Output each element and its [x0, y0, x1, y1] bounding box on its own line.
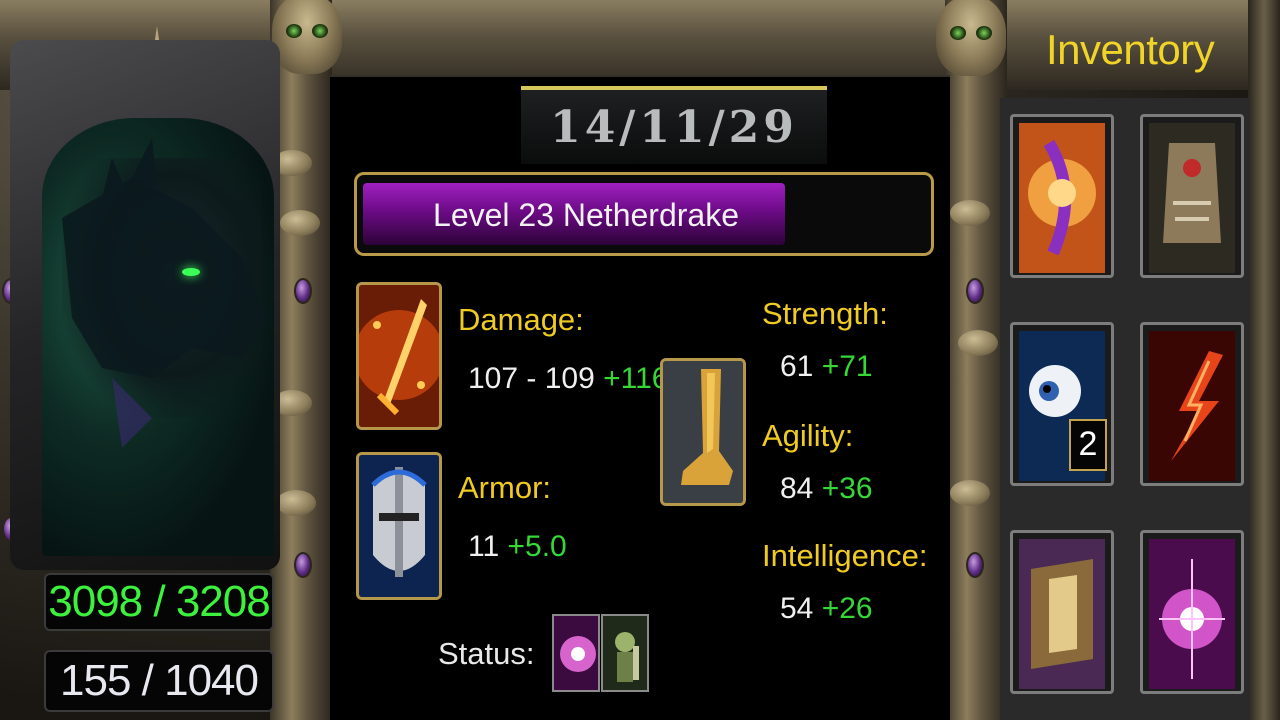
damage-label: Damage:	[458, 302, 584, 337]
item-charge-count: 2	[1069, 419, 1107, 471]
right-pillar	[945, 0, 1007, 720]
purple-gem-ornament	[966, 552, 984, 578]
purple-orange-orb-item	[1019, 123, 1105, 273]
experience-bar[interactable]: Level 23 Netherdrake	[354, 172, 934, 256]
bone-ornament	[958, 330, 998, 356]
bone-ornament	[950, 200, 990, 226]
armor-bonus: +5.0	[507, 530, 567, 563]
golden-shield-item	[1019, 539, 1105, 689]
goblin-buff-icon[interactable]	[601, 614, 649, 692]
flaming-boots-item	[1149, 331, 1235, 481]
intelligence-bonus: +26	[821, 592, 873, 625]
skull-ornament-left	[272, 0, 342, 74]
purple-gem-ornament	[294, 278, 312, 304]
armor-label: Armor:	[458, 470, 551, 505]
pink-light-item	[1149, 539, 1235, 689]
skull-ornament-right	[936, 0, 1006, 76]
dragon-eye	[182, 268, 200, 276]
inventory-title: Inventory	[1046, 26, 1215, 73]
damage-bonus: +116	[603, 362, 669, 395]
agility-value: 84 +36	[780, 472, 873, 506]
bone-ornament	[950, 480, 990, 506]
inventory-slot-3[interactable]: 2	[1010, 322, 1114, 486]
intelligence-label: Intelligence:	[762, 538, 928, 573]
damage-value: 107 - 109 +116	[468, 362, 668, 396]
inventory-slot-5[interactable]	[1010, 530, 1114, 694]
purple-gem-ornament	[294, 552, 312, 578]
agility-base: 84	[780, 472, 814, 505]
inventory-slot-1[interactable]	[1010, 114, 1114, 278]
strength-label: Strength:	[762, 296, 888, 331]
armor-value: 11 +5.0	[468, 530, 567, 564]
bone-ornament	[276, 490, 316, 516]
inventory-slot-2[interactable]	[1140, 114, 1244, 278]
inventory-slot-4[interactable]	[1140, 322, 1244, 486]
intelligence-base: 54	[780, 592, 814, 625]
mana-display: 155 / 1040	[44, 650, 274, 712]
damage-icon[interactable]	[356, 282, 442, 430]
purple-gem-ornament	[966, 278, 984, 304]
bone-armor-item	[1149, 123, 1235, 273]
golden-leg-icon[interactable]	[660, 358, 746, 506]
armor-base: 11	[468, 530, 500, 563]
strength-base: 61	[780, 350, 814, 383]
damage-base: 107 - 109	[468, 362, 595, 395]
hero-portrait[interactable]	[42, 118, 274, 556]
kda-display: 14/11/29	[521, 86, 827, 164]
inventory-slot-6[interactable]	[1140, 530, 1244, 694]
far-right-pillar	[1248, 0, 1280, 720]
strength-bonus: +71	[821, 350, 873, 383]
intelligence-value: 54 +26	[780, 592, 873, 626]
knight-helmet-icon[interactable]	[356, 452, 442, 600]
agility-bonus: +36	[821, 472, 873, 505]
strength-value: 61 +71	[780, 350, 873, 384]
status-label: Status:	[438, 636, 535, 671]
hero-level-name: Level 23 Netherdrake	[433, 197, 739, 233]
health-display: 3098 / 3208	[44, 573, 274, 631]
dragon-head-shape	[62, 138, 267, 448]
pink-burst-buff-icon[interactable]	[552, 614, 600, 692]
agility-label: Agility:	[762, 418, 854, 453]
